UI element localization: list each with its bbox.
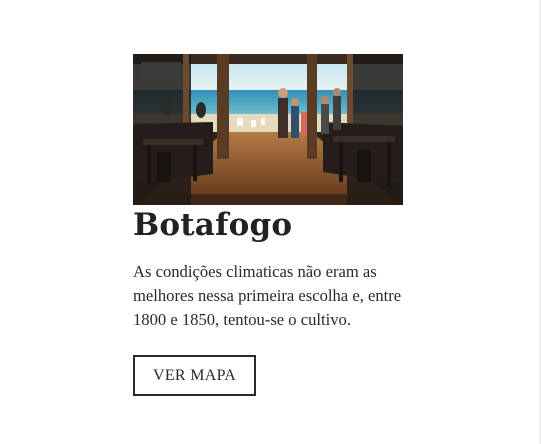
page: Botafogo As condições climaticas não era… xyxy=(0,0,541,444)
view-map-button[interactable]: VER MAPA xyxy=(133,355,257,396)
place-description: As condições climaticas não eram as melh… xyxy=(133,262,402,329)
place-photo xyxy=(133,54,403,205)
beach-restaurant-image xyxy=(133,54,403,205)
place-title: Botafogo xyxy=(133,207,293,243)
place-card: Botafogo As condições climaticas não era… xyxy=(133,54,403,396)
